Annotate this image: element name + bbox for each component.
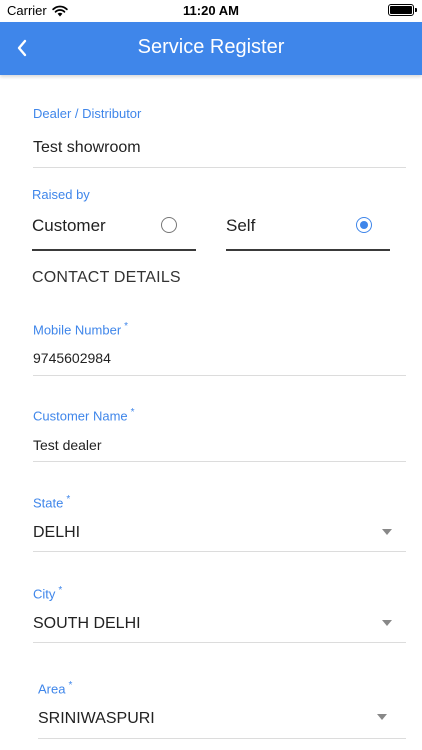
area-label: Area * [38, 680, 72, 696]
state-select[interactable]: DELHI [33, 515, 406, 551]
mobile-divider [33, 375, 406, 376]
city-label-text: City [33, 586, 56, 602]
mobile-label: Mobile Number * [33, 321, 128, 337]
raised-by-label: Raised by [32, 187, 90, 202]
customer-name-label-text: Customer Name [33, 408, 128, 424]
state-required-mark: * [66, 494, 71, 505]
dealer-value: Test showroom [33, 139, 141, 156]
city-required-mark: * [58, 585, 63, 596]
area-select[interactable]: SRINIWASPURI [38, 701, 406, 737]
mobile-label-text: Mobile Number [33, 322, 122, 338]
city-dropdown-caret-icon [382, 620, 392, 626]
area-divider [38, 738, 406, 739]
radio-self-label: Self [226, 216, 256, 235]
battery-icon [388, 4, 417, 16]
state-label: State * [33, 494, 70, 510]
customer-name-divider [33, 461, 406, 462]
radio-customer-underline [32, 249, 196, 251]
dealer-divider [33, 167, 406, 168]
area-label-text: Area [38, 681, 66, 697]
status-bar: Carrier 11:20 AM [0, 0, 422, 22]
app-header: Service Register [0, 22, 422, 75]
city-value: SOUTH DELHI [33, 615, 141, 632]
customer-name-input[interactable]: Test dealer [33, 437, 101, 453]
mobile-input[interactable]: 9745602984 [33, 350, 111, 366]
city-divider [33, 642, 406, 643]
radio-self[interactable] [356, 217, 372, 233]
dealer-label: Dealer / Distributor [33, 106, 142, 121]
area-required-mark: * [68, 680, 73, 691]
area-dropdown-caret-icon [377, 714, 387, 720]
radio-self-underline [226, 249, 390, 251]
battery-fill [390, 6, 412, 14]
clock-time: 11:20 AM [183, 3, 239, 18]
radio-customer-label: Customer [32, 216, 106, 235]
mobile-required-mark: * [124, 321, 129, 332]
customer-name-required-mark: * [130, 407, 135, 418]
customer-name-label: Customer Name * [33, 407, 135, 423]
city-label: City * [33, 585, 62, 601]
contact-details-heading: CONTACT DETAILS [32, 269, 181, 286]
radio-customer[interactable] [161, 217, 177, 233]
state-value: DELHI [33, 524, 81, 541]
area-value: SRINIWASPURI [38, 710, 155, 727]
state-dropdown-caret-icon [382, 529, 392, 535]
state-divider [33, 551, 406, 552]
city-select[interactable]: SOUTH DELHI [33, 606, 406, 642]
page-title: Service Register [137, 36, 285, 58]
state-label-text: State [33, 495, 64, 511]
